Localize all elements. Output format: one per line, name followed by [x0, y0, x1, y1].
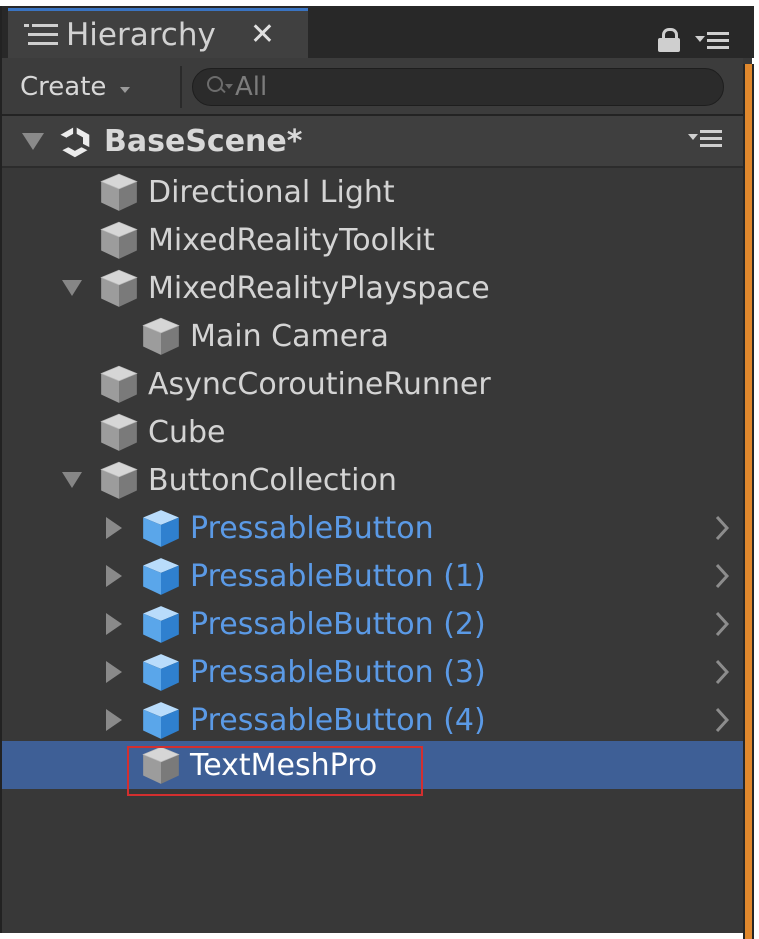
prefab-cube-icon: [140, 555, 182, 597]
create-button-label: Create: [20, 72, 107, 102]
panel-menu-icon[interactable]: [695, 32, 729, 52]
tree-item-label: PressableButton (3): [190, 654, 486, 690]
collapsed-foldout-icon[interactable]: [106, 565, 122, 587]
collapsed-foldout-icon[interactable]: [106, 517, 122, 539]
tab-title: Hierarchy: [66, 16, 216, 53]
search-icon[interactable]: [207, 76, 233, 98]
expanded-foldout-icon[interactable]: [62, 280, 82, 296]
tree-item-label: Main Camera: [190, 318, 389, 354]
chevron-right-icon[interactable]: [712, 609, 732, 639]
tab-bar: Hierarchy ✕: [2, 6, 754, 58]
unity-logo-icon: [59, 126, 91, 158]
tree-item-pressablebutton-1[interactable]: PressableButton (1): [2, 552, 743, 600]
hierarchy-toolbar: Create: [2, 58, 743, 116]
prefab-cube-icon: [140, 651, 182, 693]
tree-item-label: Directional Light: [148, 174, 395, 210]
expanded-foldout-icon[interactable]: [62, 472, 82, 488]
gameobject-cube-icon: [98, 267, 140, 309]
prefab-cube-icon: [140, 507, 182, 549]
scene-foldout-icon[interactable]: [22, 132, 44, 150]
tree-item-label: PressableButton (4): [190, 702, 486, 738]
tab-hierarchy[interactable]: Hierarchy ✕: [8, 8, 308, 58]
tree-item-label: MixedRealityPlayspace: [148, 270, 490, 306]
gameobject-cube-icon: [98, 459, 140, 501]
gameobject-cube-icon: [98, 171, 140, 213]
tree-item-pressablebutton-4[interactable]: PressableButton (4): [2, 696, 743, 744]
collapsed-foldout-icon[interactable]: [106, 661, 122, 683]
gameobject-cube-icon: [98, 219, 140, 261]
tree-item-label: MixedRealityToolkit: [148, 222, 435, 258]
chevron-right-icon[interactable]: [712, 513, 732, 543]
tree-item-label: AsyncCoroutineRunner: [148, 366, 491, 402]
hierarchy-list-icon: [22, 22, 58, 48]
tree-item-buttoncollection[interactable]: ButtonCollection: [2, 456, 743, 504]
collapsed-foldout-icon[interactable]: [106, 709, 122, 731]
tree-item-label: PressableButton: [190, 510, 434, 546]
scene-name: BaseScene*: [104, 123, 303, 159]
tree-item-label: PressableButton (1): [190, 558, 486, 594]
collapsed-foldout-icon[interactable]: [106, 613, 122, 635]
chevron-right-icon[interactable]: [712, 657, 732, 687]
scene-menu-icon[interactable]: [688, 130, 722, 150]
tree-item-pressablebutton-2[interactable]: PressableButton (2): [2, 600, 743, 648]
gameobject-cube-icon: [140, 315, 182, 357]
toolbar-divider: [180, 66, 182, 108]
create-button[interactable]: Create: [20, 64, 170, 110]
dock-edge: [745, 64, 752, 939]
annotation-highlight-box: [127, 746, 423, 796]
scene-header[interactable]: BaseScene*: [2, 116, 743, 168]
prefab-cube-icon: [140, 603, 182, 645]
lock-icon[interactable]: [658, 28, 680, 52]
tree-item-cube[interactable]: Cube: [2, 408, 743, 456]
gameobject-cube-icon: [98, 411, 140, 453]
tree-item-mixedrealitytoolkit[interactable]: MixedRealityToolkit: [2, 216, 743, 264]
tree-item-asynccoroutinerunner[interactable]: AsyncCoroutineRunner: [2, 360, 743, 408]
tree-item-label: PressableButton (2): [190, 606, 486, 642]
tree-item-label: ButtonCollection: [148, 462, 397, 498]
tree-item-mixedrealityplayspace[interactable]: MixedRealityPlayspace: [2, 264, 743, 312]
close-icon[interactable]: ✕: [250, 17, 275, 52]
prefab-cube-icon: [140, 699, 182, 741]
chevron-right-icon[interactable]: [712, 561, 732, 591]
tree-item-pressablebutton-3[interactable]: PressableButton (3): [2, 648, 743, 696]
tree-item-pressablebutton[interactable]: PressableButton: [2, 504, 743, 552]
search-field[interactable]: [192, 68, 724, 106]
hierarchy-window: Hierarchy ✕ Create All BaseScene* Direct…: [0, 6, 754, 939]
gameobject-cube-icon: [98, 363, 140, 405]
tree-item-directional-light[interactable]: Directional Light: [2, 168, 743, 216]
search-input[interactable]: [235, 72, 695, 102]
tree-item-label: Cube: [148, 414, 226, 450]
tree-item-textmeshpro[interactable]: TextMeshPro: [2, 741, 743, 796]
chevron-right-icon[interactable]: [712, 705, 732, 735]
dropdown-arrow-icon: [120, 87, 131, 93]
tree-item-main-camera[interactable]: Main Camera: [2, 312, 743, 360]
